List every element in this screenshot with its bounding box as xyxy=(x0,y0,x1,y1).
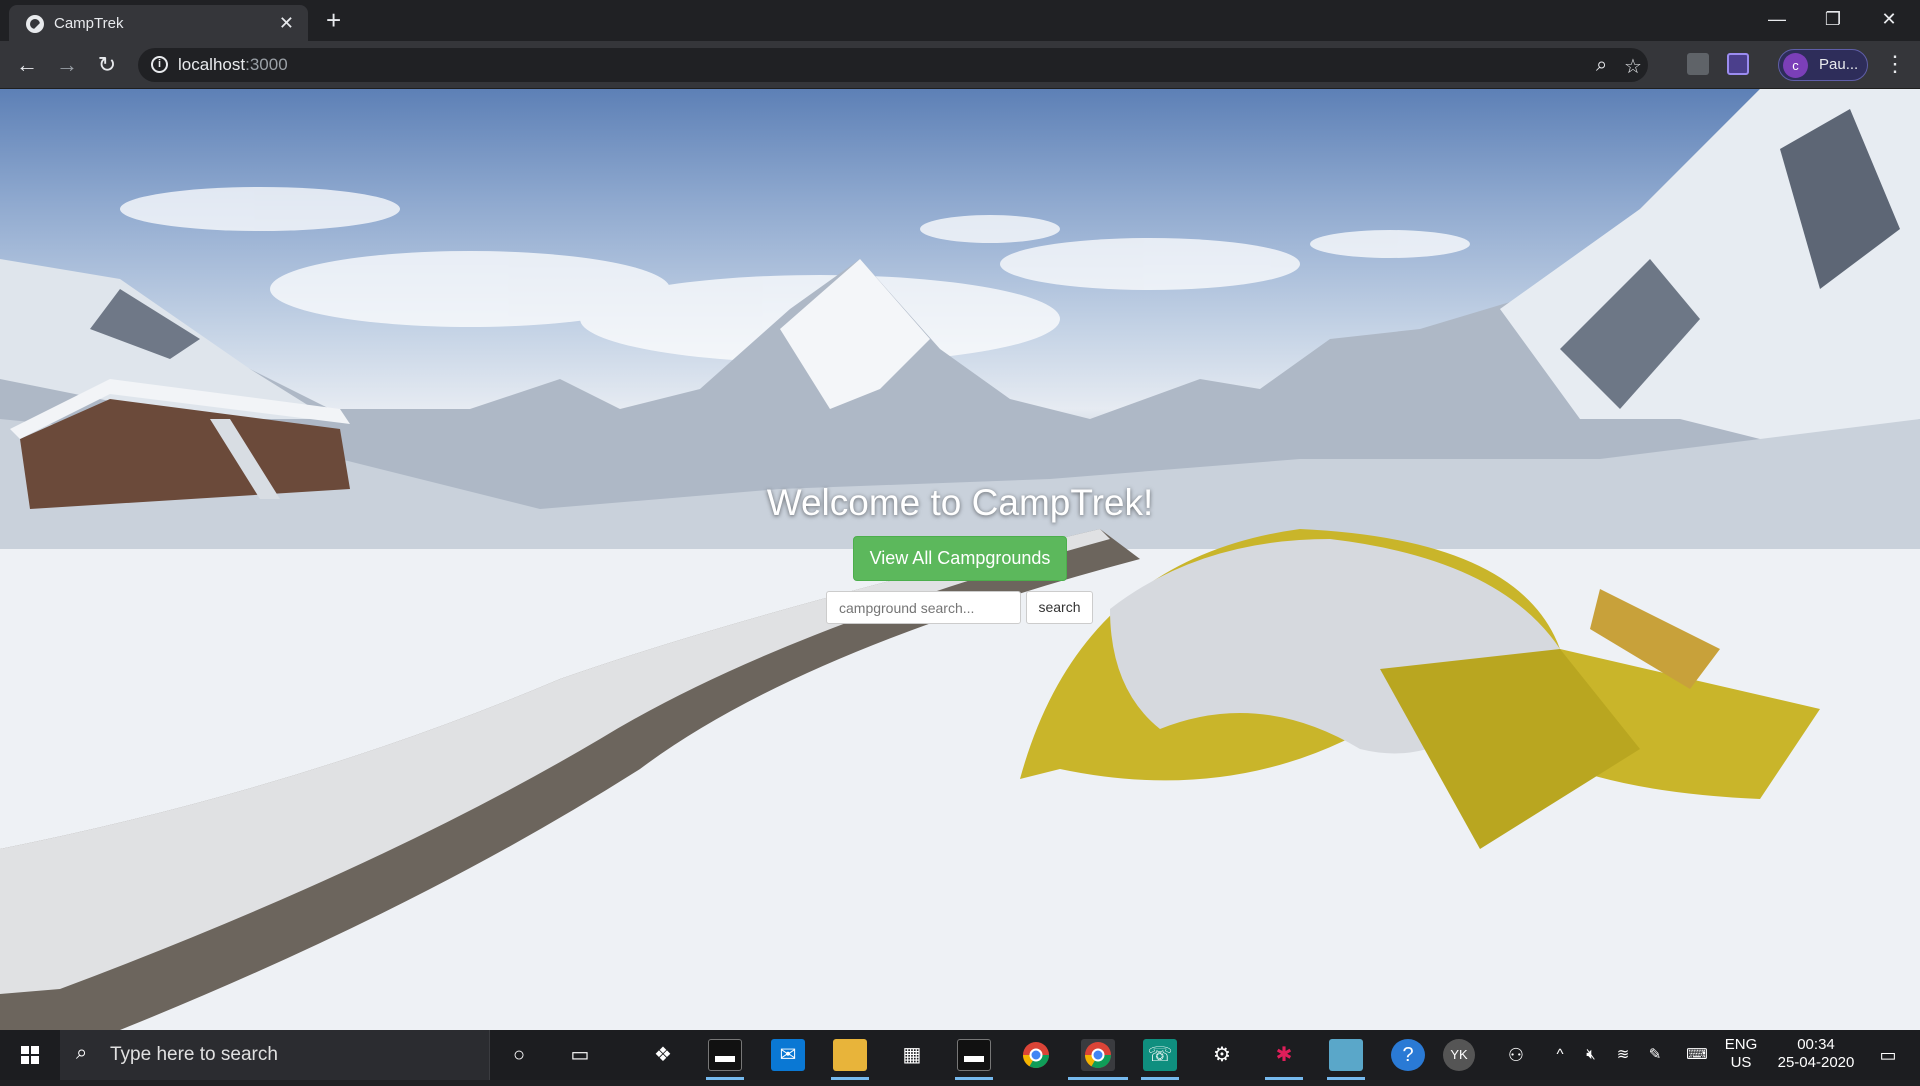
address-url[interactable]: localhost:3000 xyxy=(178,55,288,75)
extension-icon[interactable] xyxy=(1727,53,1749,75)
search-icon: ⌕ xyxy=(76,1042,88,1064)
wifi-icon[interactable]: ≋ xyxy=(1610,1030,1636,1080)
store-icon[interactable]: ▦ xyxy=(895,1039,929,1071)
chrome-icon[interactable] xyxy=(1081,1039,1115,1071)
language-indicator[interactable]: ENG US xyxy=(1720,1036,1762,1086)
new-tab-button[interactable]: + xyxy=(326,6,341,34)
minimize-window-button[interactable]: — xyxy=(1754,0,1800,38)
forward-arrow-icon[interactable]: → xyxy=(53,51,81,79)
zoom-icon[interactable]: ⌕ xyxy=(1596,54,1607,77)
task-view-icon[interactable]: ▭ xyxy=(563,1039,597,1071)
clock-date: 25-04-2020 xyxy=(1777,1054,1855,1071)
tab-close-icon[interactable]: ✕ xyxy=(279,13,294,33)
browser-tab-strip: CampTrek ✕ + — ❐ ✕ xyxy=(0,0,1920,41)
search-button[interactable]: search xyxy=(1026,591,1093,624)
profile-button[interactable]: c Pau... xyxy=(1778,49,1868,81)
campground-search-input[interactable] xyxy=(826,591,1021,624)
taskbar-search-placeholder: Type here to search xyxy=(110,1044,278,1065)
restore-window-button[interactable]: ❐ xyxy=(1810,0,1856,38)
extension-icon[interactable] xyxy=(1687,53,1709,75)
windows-start-button[interactable] xyxy=(0,1030,60,1080)
windows-taskbar: ⌕ Type here to search ○ ▭ ❖ ▬ ✉ ▦ ▬ ☏ ⚙ … xyxy=(0,1030,1920,1080)
chrome-icon[interactable] xyxy=(1019,1039,1053,1071)
page-title: Welcome to CampTrek! xyxy=(766,482,1154,523)
people-icon[interactable]: ⚇ xyxy=(1502,1030,1530,1080)
profile-name: Pau... xyxy=(1819,56,1859,73)
language-code: ENG xyxy=(1724,1036,1758,1053)
keyboard-icon[interactable]: ⌨ xyxy=(1680,1030,1714,1080)
notifications-icon[interactable]: ▭ xyxy=(1868,1030,1908,1080)
mail-icon[interactable]: ✉ xyxy=(771,1039,805,1071)
terminal-icon[interactable]: ▬ xyxy=(957,1039,991,1071)
taskbar-search-box[interactable]: ⌕ Type here to search xyxy=(60,1030,490,1080)
help-icon[interactable]: ? xyxy=(1391,1039,1425,1071)
browser-toolbar: ← → ↻ i localhost:3000 ⌕ ☆ c Pau... ⋮ xyxy=(0,41,1920,89)
tab-title: CampTrek xyxy=(54,15,124,32)
clock-time: 00:34 xyxy=(1797,1036,1835,1053)
pen-icon[interactable]: ✎ xyxy=(1642,1030,1668,1080)
globe-favicon-icon xyxy=(26,15,44,33)
clock[interactable]: 00:34 25-04-2020 xyxy=(1768,1036,1864,1086)
site-info-icon[interactable]: i xyxy=(151,56,168,73)
slack-icon[interactable]: ✱ xyxy=(1267,1039,1301,1071)
view-all-campgrounds-button[interactable]: View All Campgrounds xyxy=(853,536,1067,581)
bookmark-star-icon[interactable]: ☆ xyxy=(1624,54,1642,79)
chevron-up-icon[interactable]: ^ xyxy=(1548,1030,1572,1080)
windows-logo-icon xyxy=(21,1046,39,1064)
dropbox-icon[interactable]: ❖ xyxy=(646,1039,680,1071)
reload-icon[interactable]: ↻ xyxy=(93,51,121,79)
notepad-icon[interactable] xyxy=(1329,1039,1363,1071)
settings-icon[interactable]: ⚙ xyxy=(1205,1039,1239,1071)
terminal-icon[interactable]: ▬ xyxy=(708,1039,742,1071)
cortana-icon[interactable]: ○ xyxy=(502,1039,536,1071)
file-explorer-icon[interactable] xyxy=(833,1039,867,1071)
browser-tab-camptrek[interactable]: CampTrek ✕ xyxy=(9,5,308,41)
camptrek-landing-page: Welcome to CampTrek! View All Campground… xyxy=(0,89,1920,1030)
back-arrow-icon[interactable]: ← xyxy=(13,51,41,79)
url-host: localhost xyxy=(178,55,246,74)
url-port: :3000 xyxy=(245,55,288,74)
browser-menu-icon[interactable]: ⋮ xyxy=(1884,52,1906,76)
whatsapp-icon[interactable]: ☏ xyxy=(1143,1039,1177,1071)
region-code: US xyxy=(1730,1054,1752,1071)
speaker-muted-icon[interactable]: 🔇︎ xyxy=(1578,1030,1604,1080)
avatar[interactable]: YK xyxy=(1443,1039,1475,1071)
address-bar[interactable]: i localhost:3000 ⌕ ☆ xyxy=(138,48,1648,82)
hero-section: Welcome to CampTrek! xyxy=(0,482,1920,524)
avatar: c xyxy=(1783,53,1808,78)
close-window-button[interactable]: ✕ xyxy=(1866,0,1912,38)
